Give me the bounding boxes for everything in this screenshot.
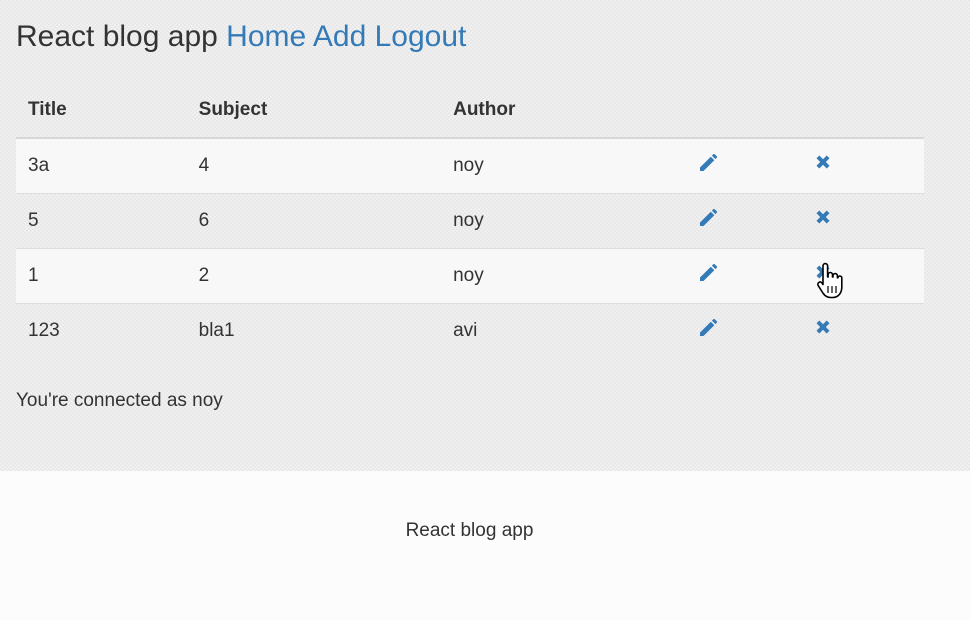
cell-delete: [791, 193, 924, 249]
posts-table: Title Subject Author 3a 4 noy 5 6 noy 1 …: [16, 83, 924, 358]
cell-subject: 2: [186, 248, 442, 304]
cell-edit: [675, 137, 792, 194]
table-row: 3a 4 noy: [16, 137, 924, 194]
cell-title: 1: [16, 248, 187, 304]
column-header-delete: [791, 83, 924, 139]
table-row: 1 2 noy: [16, 248, 924, 304]
brand-title: React blog app: [16, 20, 218, 53]
footer-title: React blog app: [405, 520, 534, 541]
column-header-subject: Subject: [186, 83, 442, 139]
table-row: 5 6 noy: [16, 193, 924, 249]
cell-author: avi: [441, 303, 676, 358]
column-header-author: Author: [441, 83, 676, 139]
remove-icon[interactable]: [810, 149, 836, 175]
remove-icon[interactable]: [810, 259, 836, 285]
cell-author: noy: [441, 248, 676, 304]
nav-home-link[interactable]: Home: [226, 20, 306, 53]
cell-subject: 6: [186, 193, 442, 249]
cell-title: 5: [16, 193, 187, 249]
navbar: React blog app Home Add Logout: [16, 18, 466, 56]
table-row: 123 bla1 avi: [16, 303, 924, 358]
pencil-icon[interactable]: [696, 149, 722, 175]
cell-edit: [675, 303, 792, 358]
connection-status: You're connected as noy: [16, 390, 223, 411]
pencil-icon[interactable]: [696, 204, 722, 230]
cell-edit: [675, 248, 792, 304]
cell-subject: bla1: [186, 303, 442, 358]
remove-icon[interactable]: [810, 314, 836, 340]
nav-add-link[interactable]: Add: [313, 20, 366, 53]
remove-icon[interactable]: [810, 204, 836, 230]
column-header-edit: [675, 83, 792, 139]
pencil-icon[interactable]: [696, 259, 722, 285]
cell-delete: [791, 248, 924, 304]
column-header-title: Title: [16, 83, 187, 139]
cell-title: 123: [16, 303, 187, 358]
pencil-icon[interactable]: [696, 314, 722, 340]
main-area: React blog app Home Add Logout Title Sub…: [0, 0, 970, 471]
table-header-row: Title Subject Author: [16, 83, 924, 139]
cell-delete: [791, 303, 924, 358]
cell-subject: 4: [186, 137, 442, 194]
nav-logout-link[interactable]: Logout: [375, 20, 467, 53]
cell-author: noy: [441, 137, 676, 194]
cell-edit: [675, 193, 792, 249]
cell-author: noy: [441, 193, 676, 249]
cell-title: 3a: [16, 137, 187, 194]
cell-delete: [791, 137, 924, 194]
